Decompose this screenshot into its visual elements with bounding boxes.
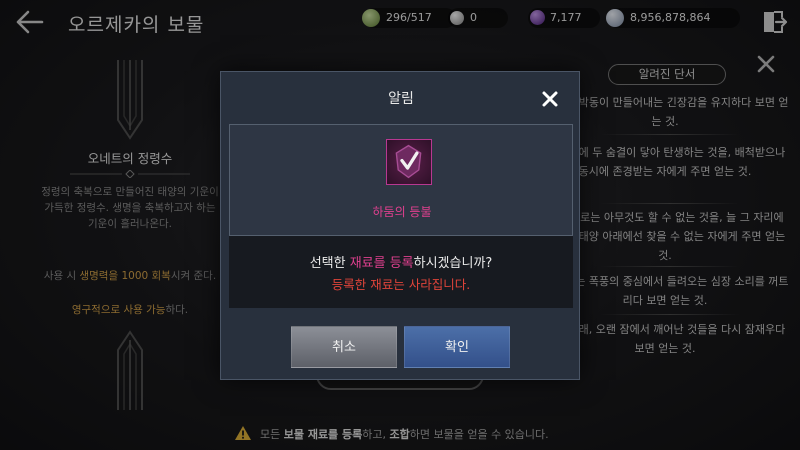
confirm-button[interactable]: 확인 — [404, 326, 510, 368]
dialog-close-button[interactable] — [541, 90, 559, 108]
item-slot — [386, 139, 432, 185]
register-dialog: 알림 하둠의 등불 선택한 재료를 등록하시겠습니까? 등록한 재료는 사라집니… — [220, 71, 580, 380]
cancel-button[interactable]: 취소 — [291, 326, 397, 368]
close-icon — [542, 91, 558, 107]
purple-crest-checkmark-icon — [395, 144, 422, 179]
confirm-highlight: 재료를 등록 — [349, 256, 414, 271]
confirm-prefix: 선택한 — [309, 256, 350, 271]
confirm-message: 선택한 재료를 등록하시겠습니까? — [229, 252, 573, 271]
dialog-message-box: 선택한 재료를 등록하시겠습니까? 등록한 재료는 사라집니다. — [229, 236, 573, 308]
item-label: 하둠의 등불 — [372, 205, 432, 219]
warning-message: 등록한 재료는 사라집니다. — [331, 277, 471, 292]
confirm-suffix: 하시겠습니까? — [413, 256, 493, 271]
dialog-title: 알림 — [388, 91, 414, 107]
dialog-item-box: 하둠의 등불 — [229, 124, 573, 236]
